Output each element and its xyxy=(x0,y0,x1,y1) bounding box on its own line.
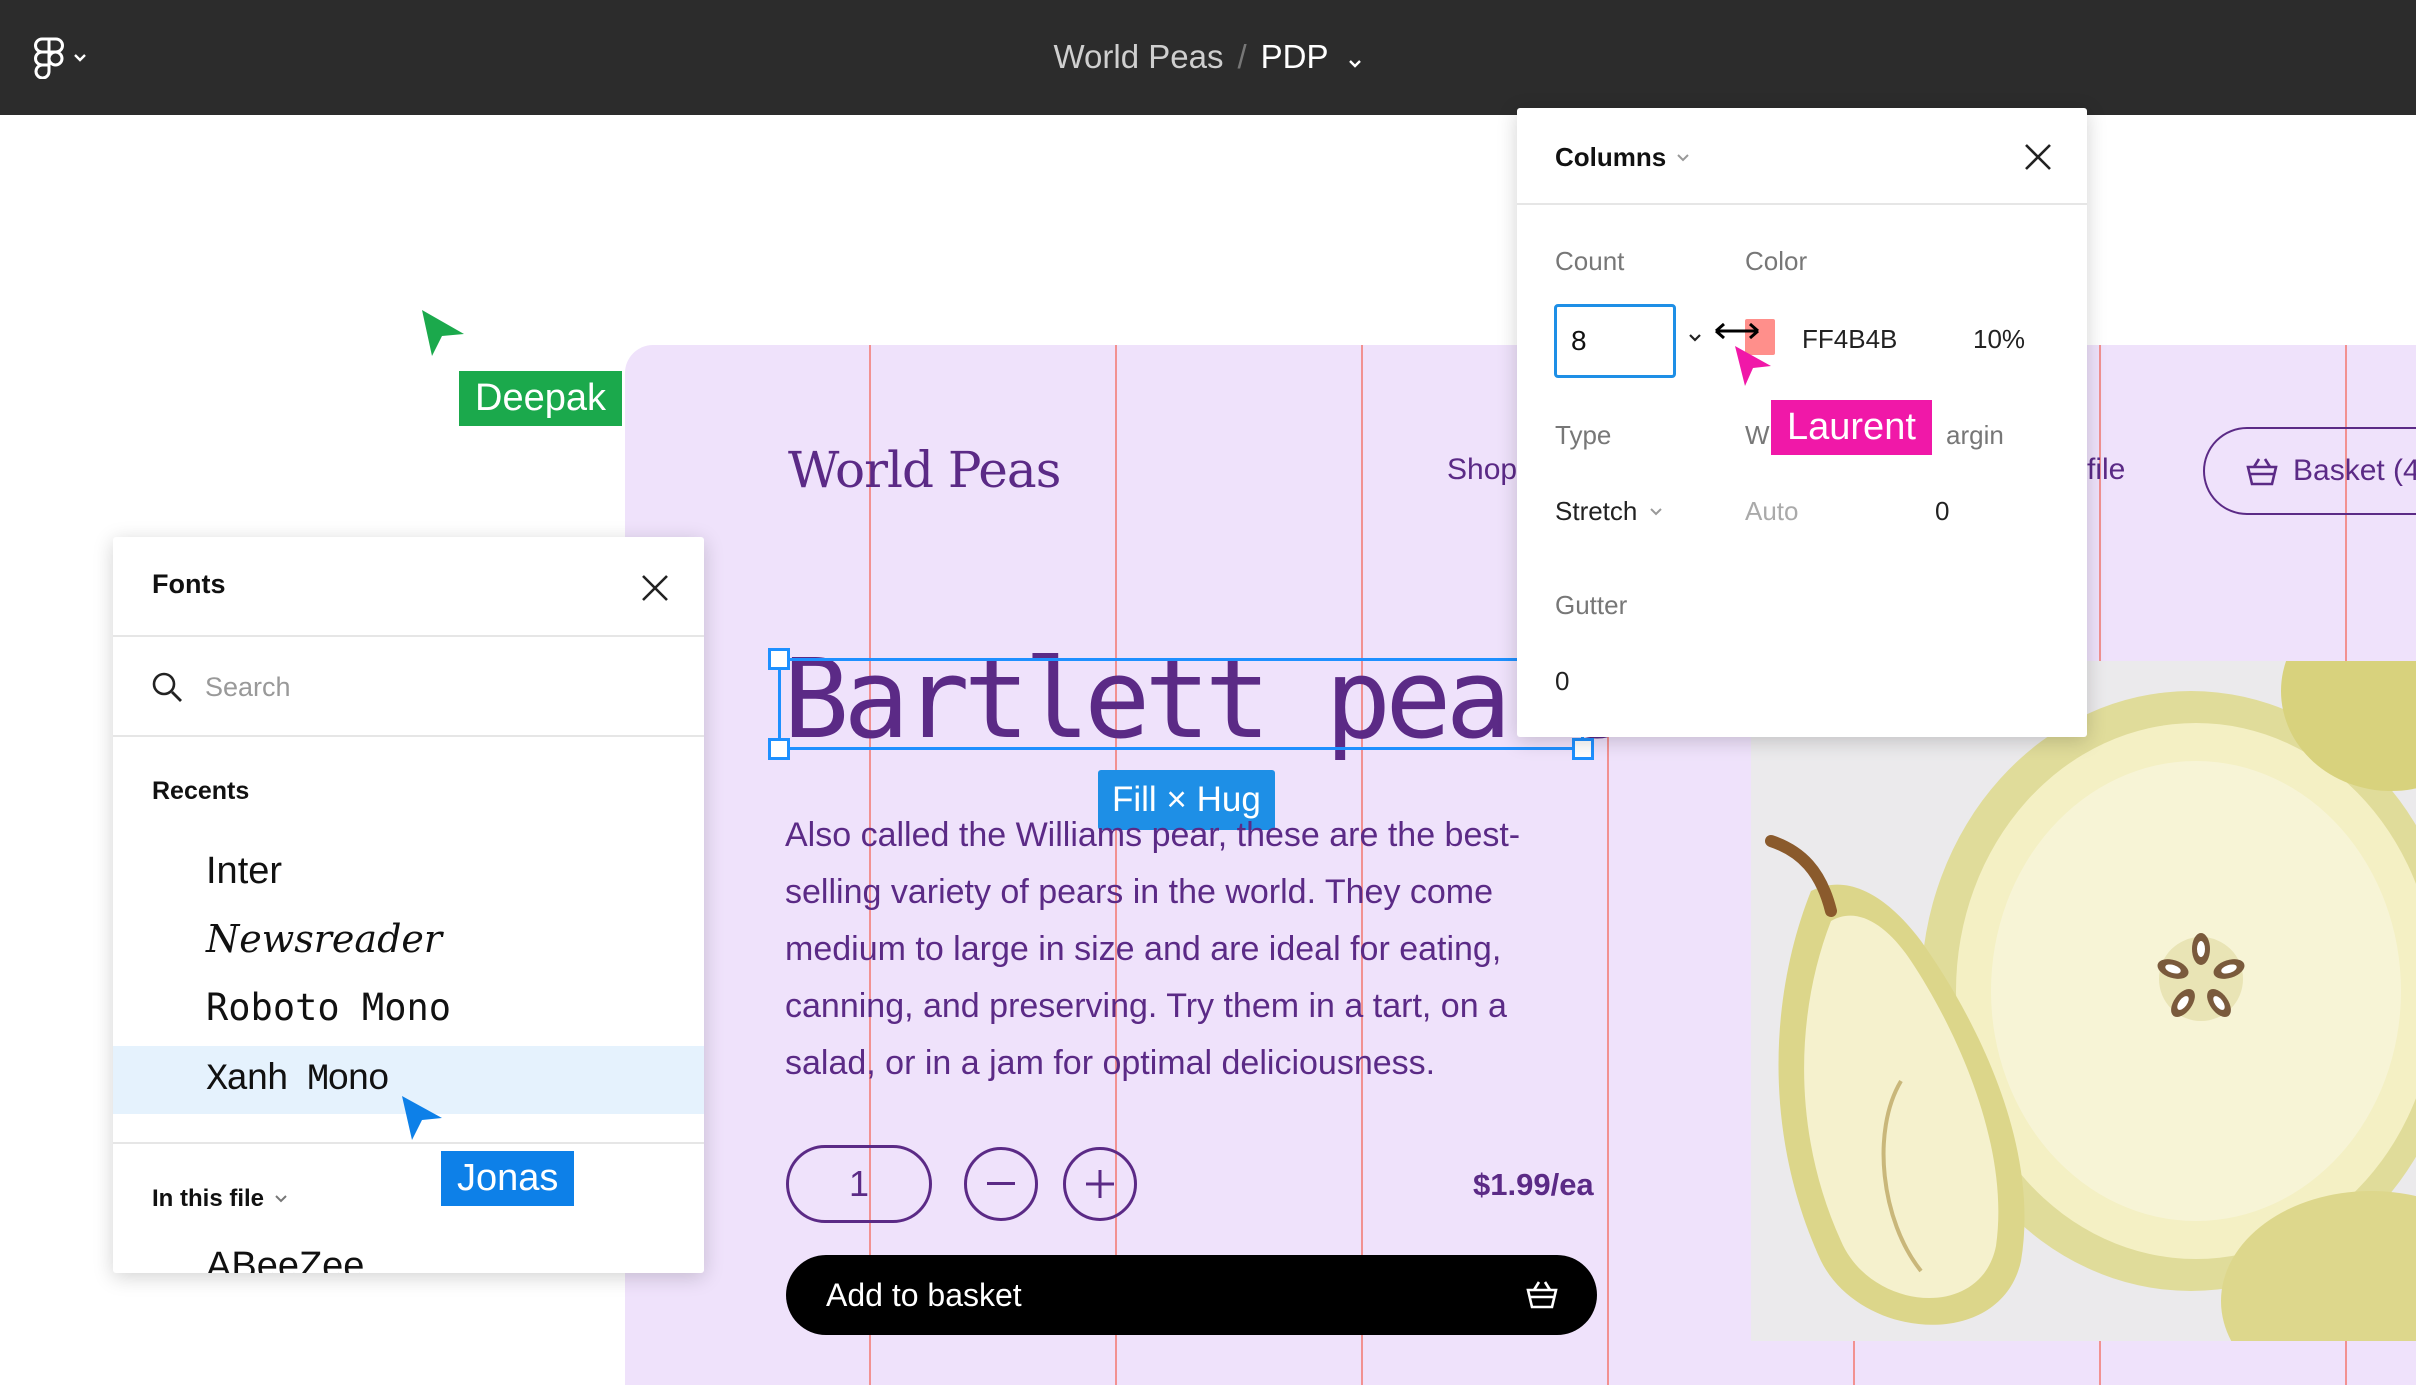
recents-heading: Recents xyxy=(152,777,250,805)
resize-handle-bottom-right[interactable] xyxy=(1572,738,1594,760)
grid-color-opacity[interactable]: 10% xyxy=(1973,324,2025,355)
chevron-down-icon xyxy=(1677,153,1689,161)
in-this-file-dropdown[interactable]: In this file xyxy=(152,1185,288,1213)
gutter-label: Gutter xyxy=(1555,590,1628,620)
nav-link-profile[interactable]: file xyxy=(2087,453,2125,487)
resize-handle-top-left[interactable] xyxy=(768,648,790,670)
fonts-panel-title: Fonts xyxy=(152,569,226,599)
increase-quantity-button[interactable] xyxy=(1063,1147,1137,1221)
quantity-field[interactable]: 1 xyxy=(786,1145,932,1223)
basket-icon xyxy=(2246,458,2278,486)
chevron-down-icon xyxy=(1650,507,1663,515)
font-item-roboto-mono[interactable]: Roboto Mono xyxy=(113,973,704,1041)
font-item-label: Roboto Mono xyxy=(206,985,452,1029)
type-label: Type xyxy=(1555,420,1612,450)
selection-box[interactable] xyxy=(778,658,1584,750)
column-count-input[interactable] xyxy=(1554,304,1676,378)
chevron-down-icon[interactable] xyxy=(1347,40,1363,78)
brand-logo[interactable]: World Peas xyxy=(788,441,1061,499)
font-item-newsreader[interactable]: Newsreader xyxy=(113,905,704,973)
nav-link-shop[interactable]: Shop xyxy=(1447,453,1517,487)
collaborator-cursor-icon xyxy=(422,310,464,356)
product-description: Also called the Williams pear, these are… xyxy=(785,816,1521,1082)
collaborator-name-tag: Deepak xyxy=(459,371,622,426)
minus-icon xyxy=(987,1182,1015,1185)
collaborator-cursor-icon xyxy=(1735,346,1771,386)
font-search-input[interactable] xyxy=(205,663,645,711)
font-item-partial[interactable]: ABeeZee xyxy=(206,1245,364,1273)
close-icon[interactable] xyxy=(640,573,670,603)
pear-product-image[interactable] xyxy=(1751,661,2416,1341)
grid-color-hex[interactable]: FF4B4B xyxy=(1802,324,1897,355)
decrease-quantity-button[interactable] xyxy=(964,1147,1038,1221)
basket-icon xyxy=(1526,1281,1558,1309)
columns-panel-title: Columns xyxy=(1555,142,1667,172)
fonts-panel-header: Fonts xyxy=(113,537,704,637)
fonts-panel: Fonts Recents Inter Newsreader Roboto Mo… xyxy=(113,537,704,1273)
search-icon xyxy=(152,672,182,702)
add-to-basket-label: Add to basket xyxy=(826,1276,1022,1313)
count-dropdown-toggle[interactable] xyxy=(1687,332,1703,344)
plus-icon xyxy=(1086,1170,1114,1198)
count-label: Count xyxy=(1555,246,1625,276)
gutter-value[interactable]: 0 xyxy=(1555,666,1569,697)
type-value: Stretch xyxy=(1555,496,1638,526)
collaborator-name-tag: Jonas xyxy=(441,1151,575,1206)
color-label: Color xyxy=(1745,246,1808,276)
chevron-down-icon xyxy=(1689,334,1701,342)
font-item-label: Newsreader xyxy=(206,917,443,961)
font-item-label: Inter xyxy=(206,849,283,892)
width-label: W xyxy=(1745,420,1770,450)
close-icon[interactable] xyxy=(2023,142,2053,172)
width-value[interactable]: Auto xyxy=(1745,496,1799,527)
add-to-basket-button[interactable]: Add to basket xyxy=(786,1255,1597,1335)
collaborator-name-tag: Laurent xyxy=(1771,400,1932,455)
chevron-down-icon xyxy=(275,1195,287,1203)
document-title[interactable]: World Peas / PDP xyxy=(0,38,2416,78)
breadcrumb-separator: / xyxy=(1237,38,1247,75)
grid-type-dropdown[interactable]: Columns xyxy=(1555,142,1690,173)
columns-panel-header: Columns xyxy=(1517,108,2087,205)
collaborator-cursor-icon xyxy=(402,1096,442,1140)
font-search-bar xyxy=(113,637,704,737)
font-item-label: Xanh Mono xyxy=(206,1059,390,1101)
divider xyxy=(113,1142,704,1144)
margin-label: argin xyxy=(1946,420,2004,450)
in-this-file-label: In this file xyxy=(152,1185,265,1212)
basket-button[interactable]: Basket (4 xyxy=(2203,427,2416,515)
page-name[interactable]: PDP xyxy=(1261,38,1329,75)
type-dropdown[interactable]: Stretch xyxy=(1555,496,1663,527)
unit-price: $1.99/ea xyxy=(1473,1167,1594,1202)
resize-cursor-icon xyxy=(1715,322,1759,340)
resize-handle-bottom-left[interactable] xyxy=(768,738,790,760)
basket-label: Basket (4 xyxy=(2293,454,2416,487)
top-bar: World Peas / PDP xyxy=(0,0,2416,115)
font-item-inter[interactable]: Inter xyxy=(113,837,704,905)
file-name[interactable]: World Peas xyxy=(1054,38,1224,75)
margin-value[interactable]: 0 xyxy=(1935,496,1949,527)
